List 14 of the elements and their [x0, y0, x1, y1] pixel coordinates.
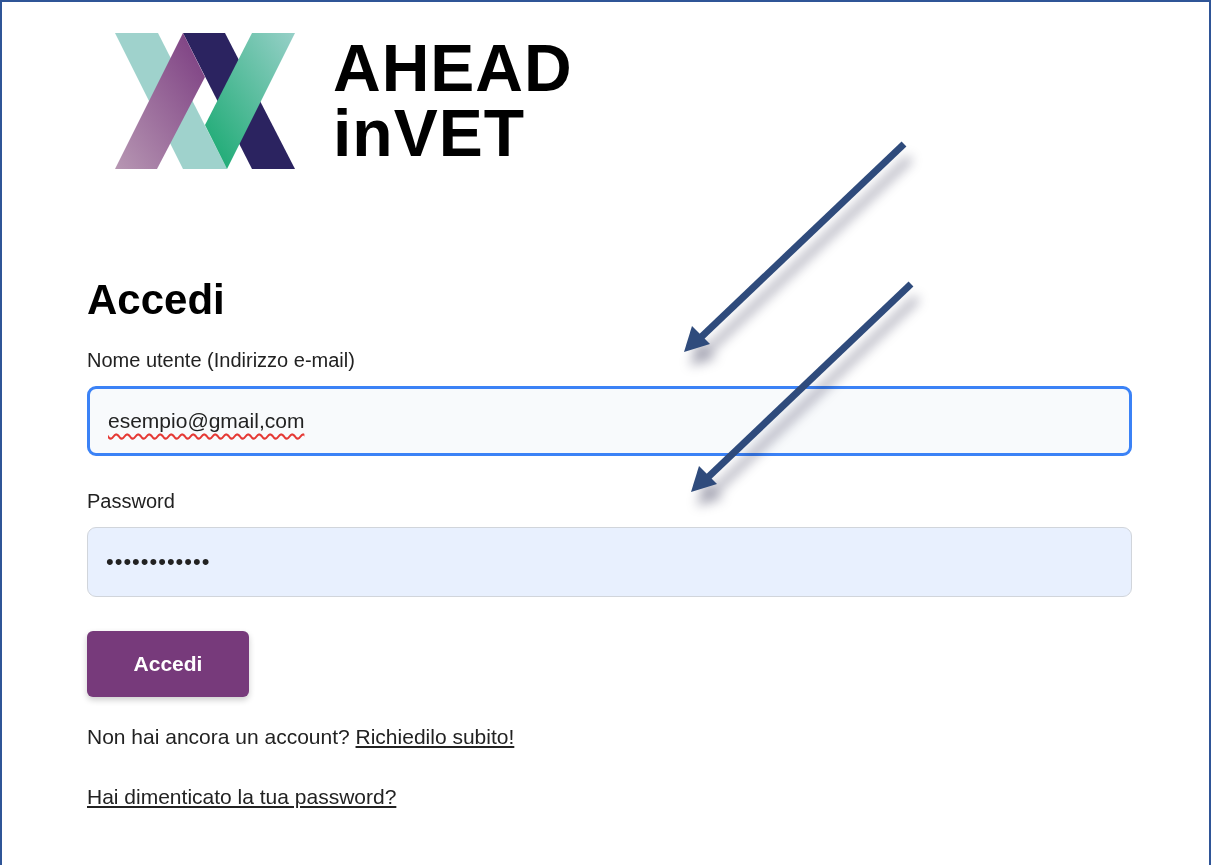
- page-heading: Accedi: [87, 279, 226, 321]
- field-label: Password: [87, 490, 176, 513]
- password-field[interactable]: ••••••••••••: [87, 527, 1132, 597]
- signup-prompt: Non hai ancora un account? Richiedilo subito!: [87, 725, 516, 749]
- logo-icon: [115, 33, 297, 169]
- logo-text: inVET: [333, 101, 526, 166]
- logo-text: AHEAD: [333, 36, 573, 101]
- email-field[interactable]: esempio@gmail,com: [87, 386, 1132, 456]
- forgot-password-link[interactable]: Hai dimenticato la tua password?: [87, 785, 397, 809]
- arrow-icon: [684, 141, 907, 352]
- signup-link[interactable]: Richiedilo subito!: [355, 725, 515, 748]
- login-button[interactable]: Accedi: [87, 631, 249, 697]
- field-label: Nome utente (Indirizzo e-mail): [87, 349, 356, 372]
- arrow-icon: [691, 281, 914, 492]
